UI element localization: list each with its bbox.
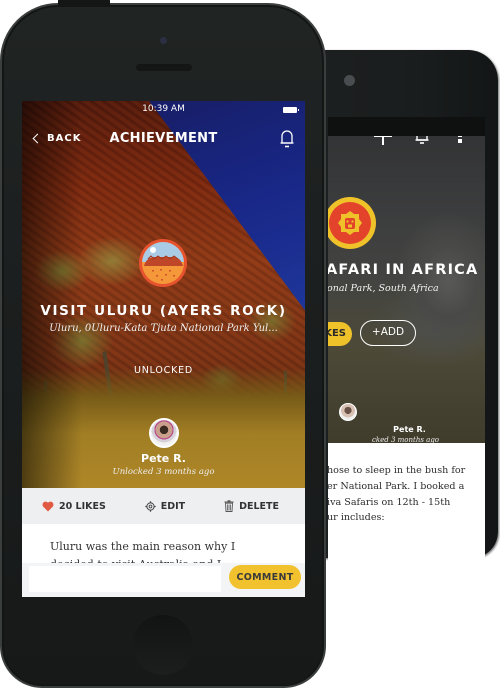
device-mockup-scene: AFARI IN AFRICA onal Park, South Africa … xyxy=(0,0,500,690)
achievement-badge xyxy=(328,197,376,249)
comment-button[interactable]: COMMENT xyxy=(229,565,301,589)
lion-icon xyxy=(329,202,371,244)
safari-hero: AFARI IN AFRICA onal Park, South Africa … xyxy=(328,117,485,443)
android-screen: AFARI IN AFRICA onal Park, South Africa … xyxy=(328,117,485,568)
battery-icon xyxy=(283,107,299,113)
front-camera xyxy=(344,75,355,86)
user-name: Pete R. xyxy=(393,425,426,434)
likes-label: 20 LIKES xyxy=(59,500,106,512)
unlocked-time: Unlocked 3 months ago xyxy=(112,467,215,477)
comment-input[interactable] xyxy=(29,566,221,592)
description-line: iva Safaris on 12th - 15th xyxy=(328,496,451,508)
iphone-screen: 10:39 AM BACK ACHIEVEMENT VISIT ULURU (A… xyxy=(22,101,305,597)
iphone: 10:39 AM BACK ACHIEVEMENT VISIT ULURU (A… xyxy=(0,0,326,688)
add-button[interactable]: +ADD xyxy=(360,320,416,346)
bell-icon[interactable] xyxy=(279,129,295,148)
delete-button[interactable]: DELETE xyxy=(224,500,279,512)
home-button[interactable] xyxy=(133,615,193,675)
front-camera xyxy=(160,37,167,44)
trash-icon xyxy=(224,500,234,512)
status-time: 10:39 AM xyxy=(142,104,185,114)
gear-icon xyxy=(145,500,156,512)
likes-button[interactable]: KES xyxy=(328,322,352,346)
description-line: Uluru was the main reason why I xyxy=(50,540,236,553)
description-line: hose to sleep in the bush for xyxy=(328,465,466,476)
uluru-hero: 10:39 AM BACK ACHIEVEMENT VISIT ULURU (A… xyxy=(22,101,305,488)
description: hose to sleep in the bush for er Nationa… xyxy=(328,443,485,549)
comment-bar: COMMENT xyxy=(22,563,305,597)
unlocked-time: cked 3 months ago xyxy=(371,436,440,443)
delete-label: DELETE xyxy=(239,500,279,512)
uluru-icon xyxy=(138,238,188,288)
status-bar: 10:39 AM xyxy=(22,101,305,119)
achievement-title: AFARI IN AFRICA xyxy=(328,262,479,278)
achievement-status: UNLOCKED xyxy=(133,365,194,376)
achievement-location: Uluru, 0Uluru-Kata Tjuta National Park Y… xyxy=(49,323,278,334)
edit-label: EDIT xyxy=(160,500,186,512)
achievement-location: onal Park, South Africa xyxy=(328,283,439,294)
earpiece-speaker xyxy=(136,64,192,71)
nav-bar: BACK ACHIEVEMENT xyxy=(22,127,305,157)
avatar[interactable] xyxy=(149,418,179,448)
description-line: ur includes: xyxy=(328,512,385,524)
avatar[interactable] xyxy=(339,403,357,421)
description-line: er National Park. I booked a xyxy=(328,480,465,492)
likes-button[interactable]: 20 LIKES xyxy=(42,501,106,512)
user-name[interactable]: Pete R. xyxy=(22,452,305,465)
android-status-bar xyxy=(328,117,485,136)
android-phone: AFARI IN AFRICA onal Park, South Africa … xyxy=(300,50,498,568)
achievement-title: VISIT ULURU (AYERS ROCK) xyxy=(40,303,287,319)
edit-button[interactable]: EDIT xyxy=(145,501,185,512)
heart-icon xyxy=(42,501,54,511)
action-bar: 20 LIKES EDIT DELETE xyxy=(22,488,305,524)
page-title: ACHIEVEMENT xyxy=(109,131,218,146)
power-button xyxy=(58,0,110,5)
